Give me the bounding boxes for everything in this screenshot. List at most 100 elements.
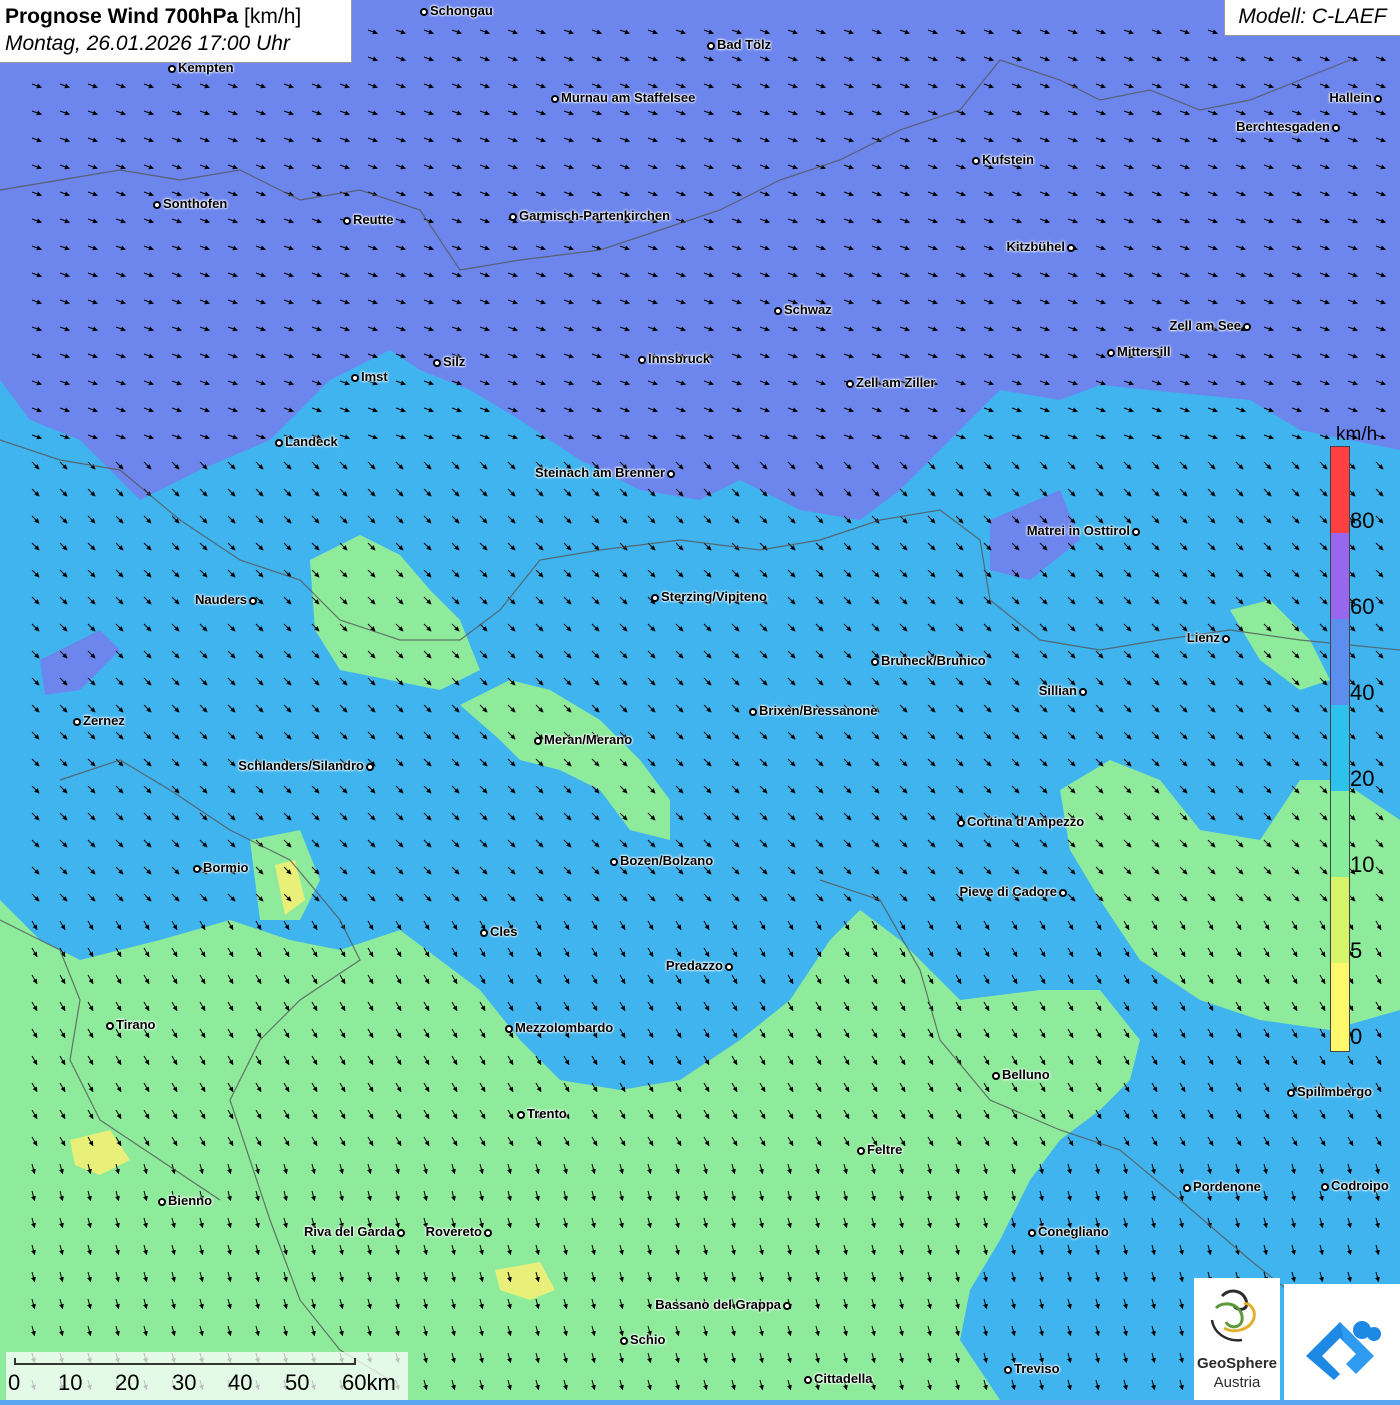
city-label: Schlanders/Silandro bbox=[238, 758, 364, 773]
city-label: Kempten bbox=[178, 60, 234, 75]
scale-label: 60km bbox=[342, 1370, 396, 1395]
city-label: Belluno bbox=[1002, 1067, 1050, 1082]
city-marker-icon bbox=[749, 708, 757, 716]
logos: GeoSphere Austria bbox=[1194, 1278, 1400, 1400]
legend-tick: 60 bbox=[1350, 594, 1375, 619]
city-marker-icon bbox=[1183, 1184, 1191, 1192]
city-marker-icon bbox=[351, 374, 359, 382]
city-label: Schio bbox=[630, 1332, 666, 1347]
city-label: Predazzo bbox=[665, 958, 723, 973]
forecast-date: Montag, 26.01.2026 17:00 Uhr bbox=[5, 32, 290, 55]
city-label: Cortina d'Ampezzo bbox=[967, 814, 1085, 829]
scale-line bbox=[14, 1358, 356, 1365]
city-label: Spilimbergo bbox=[1297, 1084, 1373, 1099]
city-label: Bassano del Grappa bbox=[655, 1297, 781, 1312]
mountain-cloud-icon bbox=[1306, 1321, 1381, 1380]
city-label: Bormio bbox=[203, 860, 249, 875]
legend-tick: 5 bbox=[1350, 938, 1363, 963]
legend-tick: 80 bbox=[1350, 508, 1375, 533]
city-marker-icon bbox=[857, 1147, 865, 1155]
city-marker-icon bbox=[534, 737, 542, 745]
city-label: Imst bbox=[361, 369, 388, 384]
city-label: Rovereto bbox=[425, 1224, 482, 1239]
city-marker-icon bbox=[517, 1111, 525, 1119]
city-label: Cittadella bbox=[814, 1371, 873, 1386]
city-marker-icon bbox=[433, 359, 441, 367]
city-marker-icon bbox=[846, 380, 854, 388]
city-marker-icon bbox=[1332, 124, 1340, 132]
city-label: Trento bbox=[527, 1106, 567, 1121]
city-marker-icon bbox=[106, 1022, 114, 1030]
city-marker-icon bbox=[275, 439, 283, 447]
city-marker-icon bbox=[783, 1302, 791, 1310]
city-marker-icon bbox=[1321, 1183, 1329, 1191]
city-label: Mezzolombardo bbox=[515, 1020, 614, 1035]
title-unit: [km/h] bbox=[244, 5, 302, 28]
city-label: Schwaz bbox=[784, 302, 832, 317]
city-marker-icon bbox=[972, 157, 980, 165]
city-label: Berchtesgaden bbox=[1236, 119, 1330, 134]
city-marker-icon bbox=[249, 597, 257, 605]
city-marker-icon bbox=[1028, 1229, 1036, 1237]
legend-segment-40 bbox=[1331, 619, 1349, 705]
city-marker-icon bbox=[620, 1337, 628, 1345]
city-marker-icon bbox=[1079, 688, 1087, 696]
legend-segment-5 bbox=[1331, 877, 1349, 963]
app-logo bbox=[1284, 1284, 1400, 1400]
city-label: Landeck bbox=[285, 434, 338, 449]
legend-segment-80 bbox=[1331, 447, 1349, 533]
city-label: Garmisch-Partenkirchen bbox=[519, 208, 671, 223]
scale-label: 0 bbox=[8, 1370, 21, 1395]
city-marker-icon bbox=[1287, 1089, 1295, 1097]
city-label: Nauders bbox=[194, 592, 247, 607]
city-label: Schongau bbox=[430, 3, 493, 18]
title-box: Prognose Wind 700hPa [km/h] Montag, 26.0… bbox=[0, 0, 352, 63]
city-marker-icon bbox=[193, 865, 201, 873]
city-label: Silz bbox=[443, 354, 466, 369]
city-marker-icon bbox=[366, 763, 374, 771]
scale-bar: 0 10 20 30 40 50 60km bbox=[6, 1352, 408, 1400]
city-marker-icon bbox=[957, 819, 965, 827]
title-main: Prognose Wind 700hPa bbox=[5, 5, 239, 28]
city-marker-icon bbox=[397, 1229, 405, 1237]
city-label: Bozen/Bolzano bbox=[620, 853, 714, 868]
city-marker-icon bbox=[158, 1198, 166, 1206]
city-marker-icon bbox=[667, 470, 675, 478]
legend-tick: 20 bbox=[1350, 766, 1375, 791]
city-marker-icon bbox=[638, 356, 646, 364]
city-marker-icon bbox=[1243, 323, 1251, 331]
city-label: Steinach am Brenner bbox=[534, 465, 665, 480]
city-label: Kitzbühel bbox=[1006, 239, 1066, 254]
city-marker-icon bbox=[871, 658, 879, 666]
legend-bar bbox=[1330, 446, 1350, 1052]
legend-tick: 10 bbox=[1350, 852, 1375, 877]
city-label: Cles bbox=[490, 924, 518, 939]
legend-segment-60 bbox=[1331, 533, 1349, 619]
city-marker-icon bbox=[610, 858, 618, 866]
city-marker-icon bbox=[1059, 889, 1067, 897]
legend-segment-0 bbox=[1331, 963, 1349, 1051]
geosphere-emblem-icon bbox=[1210, 1289, 1256, 1342]
city-label: Kufstein bbox=[982, 152, 1034, 167]
map-title: Prognose Wind 700hPa [km/h] bbox=[5, 3, 346, 31]
city-marker-icon bbox=[168, 65, 176, 73]
city-marker-icon bbox=[153, 201, 161, 209]
city-marker-icon bbox=[509, 213, 517, 221]
city-marker-icon bbox=[343, 217, 351, 225]
city-label: Murnau am Staffelsee bbox=[561, 90, 696, 105]
city-label: Bruneck/Brunico bbox=[881, 653, 986, 668]
city-label: Tirano bbox=[116, 1017, 156, 1032]
city-label: Codroipo bbox=[1331, 1178, 1389, 1193]
legend-tick: 0 bbox=[1350, 1024, 1363, 1049]
city-marker-icon bbox=[707, 42, 715, 50]
city-label: Reutte bbox=[353, 212, 394, 227]
city-marker-icon bbox=[480, 929, 488, 937]
city-marker-icon bbox=[651, 594, 659, 602]
city-label: Brixen/Bressanone bbox=[759, 703, 878, 718]
scale-label: 30 bbox=[172, 1370, 197, 1395]
city-marker-icon bbox=[725, 963, 733, 971]
city-label: Zernez bbox=[83, 713, 125, 728]
city-marker-icon bbox=[505, 1025, 513, 1033]
city-label: Riva del Garda bbox=[303, 1224, 395, 1239]
city-marker-icon bbox=[484, 1229, 492, 1237]
